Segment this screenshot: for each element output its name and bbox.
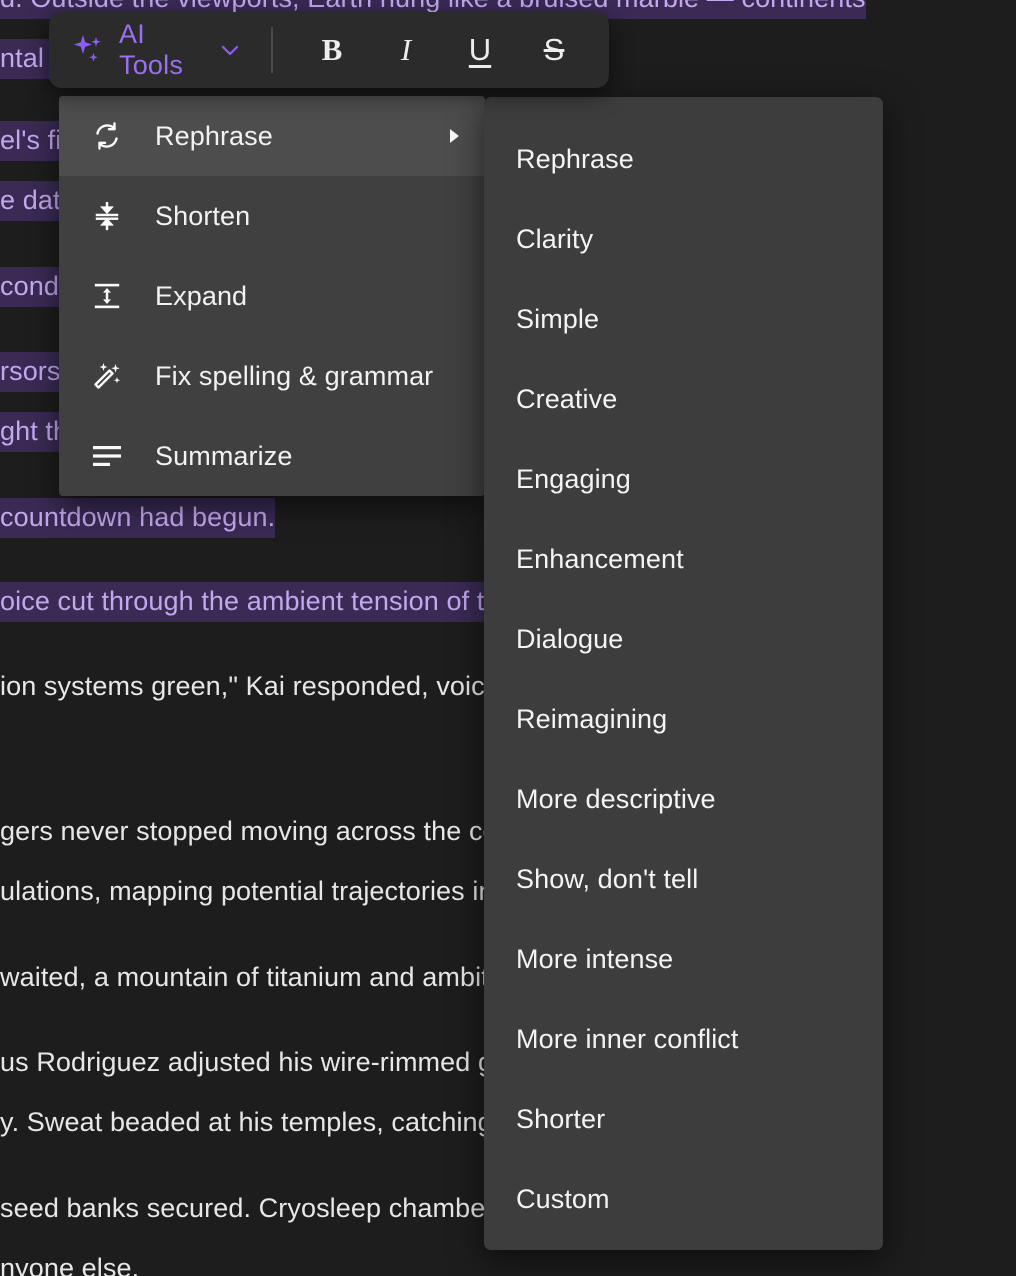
- submenu-item-label: Enhancement: [516, 543, 684, 574]
- submenu-item-label: More descriptive: [516, 783, 716, 814]
- submenu-item-custom[interactable]: Custom: [484, 1159, 883, 1239]
- formatting-toolbar: AI Tools B I U S: [49, 12, 609, 88]
- text-format-group: B I U S: [295, 22, 591, 78]
- submenu-item-enhancement[interactable]: Enhancement: [484, 519, 883, 599]
- submenu-item-more-descriptive[interactable]: More descriptive: [484, 759, 883, 839]
- submenu-item-more-inner-conflict[interactable]: More inner conflict: [484, 999, 883, 1079]
- menu-item-rephrase[interactable]: Rephrase: [59, 96, 485, 176]
- submenu-item-engaging[interactable]: Engaging: [484, 439, 883, 519]
- ai-tools-dropdown: Rephrase Shorten Expand Fix spelling & g…: [59, 96, 485, 496]
- expand-icon: [91, 279, 133, 313]
- submenu-item-show-dont-tell[interactable]: Show, don't tell: [484, 839, 883, 919]
- menu-item-label: Shorten: [155, 200, 251, 231]
- menu-item-expand[interactable]: Expand: [59, 256, 485, 336]
- refresh-cycle-icon: [91, 119, 133, 153]
- submenu-item-dialogue[interactable]: Dialogue: [484, 599, 883, 679]
- toolbar-divider: [271, 27, 273, 73]
- document-text: waited, a mountain of titanium and ambit…: [0, 962, 533, 992]
- submenu-item-more-intense[interactable]: More intense: [484, 919, 883, 999]
- submenu-item-label: Clarity: [516, 223, 594, 254]
- menu-item-label: Expand: [155, 280, 248, 311]
- submenu-item-label: Reimagining: [516, 703, 668, 734]
- submenu-item-label: Shorter: [516, 1103, 606, 1134]
- rephrase-submenu: Rephrase Clarity Simple Creative Engagin…: [484, 97, 883, 1250]
- submenu-item-label: Rephrase: [516, 143, 634, 174]
- submenu-item-label: Show, don't tell: [516, 863, 699, 894]
- submenu-item-reimagining[interactable]: Reimagining: [484, 679, 883, 759]
- menu-item-label: Rephrase: [155, 120, 273, 151]
- submenu-item-shorter[interactable]: Shorter: [484, 1079, 883, 1159]
- submenu-item-rephrase[interactable]: Rephrase: [484, 119, 883, 199]
- magic-wand-icon: [91, 359, 133, 393]
- submenu-item-label: Simple: [516, 303, 600, 334]
- submenu-item-label: Engaging: [516, 463, 631, 494]
- app-root: d. Outside the viewports, Earth hung lik…: [0, 0, 1016, 1276]
- submenu-item-label: More intense: [516, 943, 674, 974]
- chevron-right-icon: [445, 125, 463, 147]
- menu-item-label: Fix spelling & grammar: [155, 360, 434, 391]
- italic-button[interactable]: I: [369, 22, 443, 78]
- chevron-down-icon: [219, 39, 241, 61]
- ai-tools-button[interactable]: AI Tools: [67, 13, 251, 87]
- submenu-item-label: Custom: [516, 1183, 610, 1214]
- strikethrough-button[interactable]: S: [517, 22, 591, 78]
- bold-button[interactable]: B: [295, 22, 369, 78]
- summarize-lines-icon: [91, 439, 133, 473]
- sparkles-icon: [71, 33, 105, 67]
- submenu-item-label: Dialogue: [516, 623, 624, 654]
- document-text: nyone else.: [0, 1253, 140, 1276]
- submenu-item-clarity[interactable]: Clarity: [484, 199, 883, 279]
- submenu-item-label: Creative: [516, 383, 618, 414]
- menu-item-label: Summarize: [155, 440, 293, 471]
- shorten-icon: [91, 199, 133, 233]
- ai-tools-label: AI Tools: [119, 19, 184, 80]
- menu-item-shorten[interactable]: Shorten: [59, 176, 485, 256]
- selected-text: countdown had begun.: [0, 498, 276, 538]
- menu-item-summarize[interactable]: Summarize: [59, 416, 485, 496]
- menu-item-fix-spelling-grammar[interactable]: Fix spelling & grammar: [59, 336, 485, 416]
- underline-button[interactable]: U: [443, 22, 517, 78]
- submenu-item-creative[interactable]: Creative: [484, 359, 883, 439]
- submenu-item-simple[interactable]: Simple: [484, 279, 883, 359]
- submenu-item-label: More inner conflict: [516, 1023, 739, 1054]
